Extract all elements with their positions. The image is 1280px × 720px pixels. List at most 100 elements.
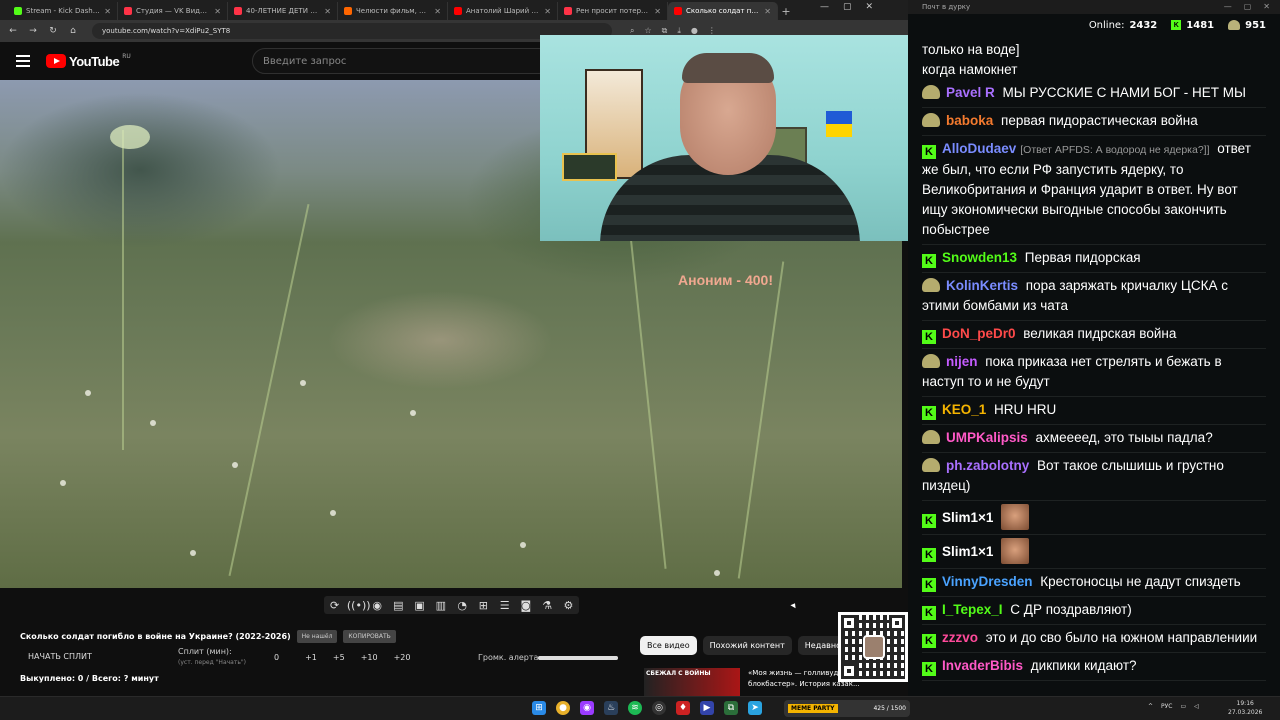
settings-icon[interactable]: ⚙	[559, 599, 577, 612]
tab-close-icon[interactable]: ✕	[654, 7, 661, 16]
chat-username[interactable]: Pavel R	[946, 85, 995, 100]
kick-icon: K	[1171, 20, 1182, 30]
home-icon[interactable]: ⌂	[68, 26, 78, 36]
chat-message: K Slim1×1	[922, 535, 1266, 569]
chat-username[interactable]: KEO_1	[942, 402, 986, 417]
wall-poster	[562, 153, 617, 181]
tab-close-icon[interactable]: ✕	[214, 7, 221, 16]
app-icon[interactable]: ⧉	[724, 701, 738, 715]
chrome-icon[interactable]: ●	[556, 701, 570, 715]
chat-username[interactable]: nijen	[946, 354, 978, 369]
steam-icon[interactable]: ♨	[604, 701, 618, 715]
spotify-icon[interactable]: ≋	[628, 701, 642, 715]
tab-close-icon[interactable]: ✕	[324, 7, 331, 16]
chat-username[interactable]: DoN_peDr0	[942, 326, 1016, 341]
kick-badge-icon: K	[922, 406, 936, 420]
not-found-button[interactable]: Не нашёл	[296, 630, 338, 643]
windows-start-icon[interactable]: ⊞	[532, 701, 546, 715]
tab-close-icon[interactable]: ✕	[544, 7, 551, 16]
search-input[interactable]: Введите запрос	[252, 48, 552, 74]
split-value-button[interactable]: +10	[361, 653, 378, 662]
browser-tab[interactable]: 40-ЛЕТНИЕ ДЕТИ ДИСНЕЯ ✕	[228, 2, 338, 20]
copy-button[interactable]: КОПИРОВАТЬ	[343, 630, 396, 643]
chat-message: Kzzzvo это и до сво было на южном направ…	[922, 625, 1266, 653]
maximize-icon[interactable]: ▢	[1244, 2, 1252, 11]
browser-tab[interactable]: Рен просит потерпеть (-) - V ✕	[558, 2, 668, 20]
split-value-button[interactable]: +5	[333, 653, 345, 662]
chat-username[interactable]: VinnyDresden	[942, 574, 1033, 589]
split-value-button[interactable]: +20	[394, 653, 411, 662]
recommendation-thumbnail[interactable]: СБЕЖАЛ С ВОЙНЫ	[644, 668, 740, 696]
add-frame-icon[interactable]: ⊞	[474, 599, 492, 612]
chat-username[interactable]: InvaderBibis	[942, 658, 1023, 673]
minimize-icon[interactable]: —	[820, 2, 829, 12]
stream-widget[interactable]: MEME PARTY 425 / 1500	[784, 700, 910, 717]
frame-icon[interactable]: ▣	[411, 599, 429, 612]
reload-icon[interactable]: ↻	[48, 26, 58, 36]
chat-username[interactable]: UMPKalipsis	[946, 430, 1028, 445]
playlist-icon[interactable]: ☰	[496, 599, 514, 612]
chat-username[interactable]: Snowden13	[942, 250, 1017, 265]
app-icon[interactable]: ◉	[580, 701, 594, 715]
youtube-logo[interactable]: YouTube RU	[46, 53, 131, 69]
loop-icon[interactable]: ⟳	[326, 599, 344, 612]
minimize-icon[interactable]: —	[1224, 2, 1232, 11]
tab-favicon-icon	[674, 7, 682, 15]
tab-title: Челюсти фильм, 1975, дата	[356, 7, 430, 15]
filter-chip[interactable]: Все видео	[640, 636, 697, 655]
chat-text: только на воде]	[922, 42, 1020, 57]
tab-close-icon[interactable]: ✕	[104, 7, 111, 16]
close-icon[interactable]: ✕	[1263, 2, 1270, 11]
watch-icon[interactable]: ◉	[368, 599, 386, 612]
split-value-button[interactable]: 0	[274, 653, 279, 662]
tab-favicon-icon	[454, 7, 462, 15]
film-icon[interactable]: ▤	[389, 599, 407, 612]
flask-icon[interactable]: ⚗	[538, 599, 556, 612]
url-field[interactable]: youtube.com/watch?v=XdiPu2_SYT8	[92, 23, 612, 39]
chat-username[interactable]: zzzvo	[942, 630, 978, 645]
browser-tab[interactable]: Студия — VK Видео Live ✕	[118, 2, 228, 20]
new-tab-icon[interactable]: +	[778, 2, 794, 20]
language-indicator[interactable]: РУС	[1161, 703, 1172, 710]
chat-message: только на воде]	[922, 40, 1266, 60]
chat-username[interactable]: KolinKertis	[946, 278, 1018, 293]
browser-tab[interactable]: Stream - Kick Dashboard ✕	[8, 2, 118, 20]
app-icon[interactable]: ♦	[676, 701, 690, 715]
qr-code	[838, 612, 908, 682]
browser-tab[interactable]: Сколько солдат погибло в ✕	[668, 2, 778, 20]
close-icon[interactable]: ✕	[866, 2, 874, 12]
tab-close-icon[interactable]: ✕	[764, 7, 771, 16]
broadcast-icon[interactable]: ((•))	[347, 599, 371, 612]
chat-username[interactable]: baboka	[946, 113, 993, 128]
maximize-icon[interactable]: ▢	[843, 2, 852, 12]
system-clock[interactable]: 19:16 27.03.2026	[1228, 699, 1262, 717]
media-icon[interactable]: ▶	[700, 701, 714, 715]
chat-username[interactable]: ph.zabolotny	[946, 458, 1029, 473]
hamburger-menu-icon[interactable]	[16, 55, 30, 67]
back-icon[interactable]: ←	[8, 26, 18, 36]
browser-tab[interactable]: Челюсти фильм, 1975, дата ✕	[338, 2, 448, 20]
volume-icon[interactable]: ◁	[1194, 703, 1199, 710]
forward-icon[interactable]: →	[28, 26, 38, 36]
chat-username[interactable]: AlloDudaev	[942, 141, 1016, 156]
telegram-icon[interactable]: ➤	[748, 701, 762, 715]
chat-message: baboka первая пидорастическая война	[922, 108, 1266, 136]
camera-icon[interactable]: ◙	[517, 599, 535, 612]
split-value-button[interactable]: +1	[305, 653, 317, 662]
network-icon[interactable]: ▭	[1181, 703, 1187, 710]
speed-icon[interactable]: ◔	[453, 599, 471, 612]
browser-tab[interactable]: Анатолий Шарий - YouTube ✕	[448, 2, 558, 20]
qr-face-image	[863, 635, 885, 659]
chat-username[interactable]: I_Tepex_I	[942, 602, 1003, 617]
tray-arrow-icon[interactable]: ^	[1148, 703, 1153, 710]
film-strip-icon[interactable]: ▥	[432, 599, 450, 612]
alert-volume-slider[interactable]	[538, 656, 618, 660]
start-split-button[interactable]: НАЧАТЬ СПЛИТ	[28, 652, 92, 661]
vk-badge-icon	[922, 430, 940, 444]
chat-message-list[interactable]: только на воде] когда намокнет Pavel R МЫ…	[908, 36, 1280, 688]
obs-icon[interactable]: ◎	[652, 701, 666, 715]
chat-username[interactable]: Slim1×1	[942, 510, 993, 525]
chat-username[interactable]: Slim1×1	[942, 544, 993, 559]
filter-chip[interactable]: Похожий контент	[702, 636, 792, 655]
tab-close-icon[interactable]: ✕	[434, 7, 441, 16]
